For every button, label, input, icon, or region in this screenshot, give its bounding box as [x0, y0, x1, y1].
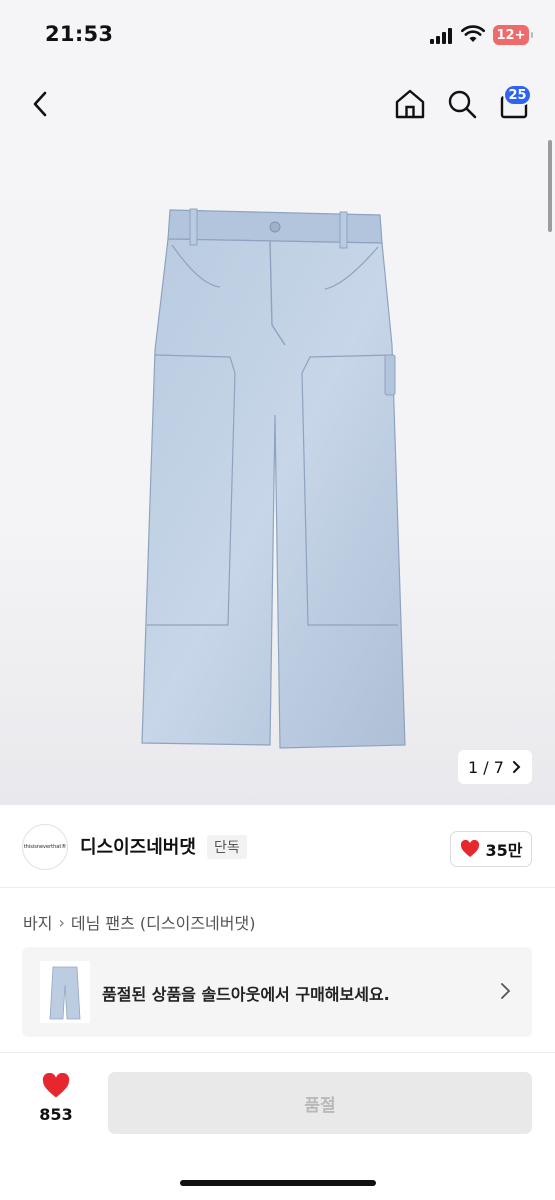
product-page: 21:53 12+ 25 1 / 7 thisisneverthat® 디스이즈… — [0, 0, 555, 1200]
cart-count-badge: 25 — [503, 84, 532, 106]
breadcrumb-category[interactable]: 바지 — [23, 910, 52, 934]
exclusive-badge: 단독 — [207, 835, 247, 859]
heart-icon — [460, 840, 479, 857]
signal-icon — [430, 28, 454, 44]
home-button[interactable] — [390, 84, 430, 124]
image-counter[interactable]: 1 / 7 — [458, 750, 532, 784]
bottom-action-bar: 853 품절 — [0, 1053, 555, 1200]
chevron-right-icon — [512, 761, 521, 773]
chevron-right-icon — [501, 983, 511, 999]
home-indicator — [180, 1180, 376, 1186]
battery-icon: 12+ — [493, 25, 533, 45]
chevron-right-icon: › — [58, 912, 65, 932]
wifi-icon — [461, 25, 485, 42]
status-time: 21:53 — [45, 22, 114, 46]
brand-like-button[interactable]: 35만 — [450, 831, 532, 867]
soldout-message: 품절된 상품을 솔드아웃에서 구매해보세요. — [102, 985, 390, 1004]
back-button[interactable] — [22, 84, 58, 124]
product-thumbnail — [40, 961, 90, 1023]
brand-logo[interactable]: thisisneverthat® — [22, 824, 68, 870]
brand-logo-text: thisisneverthat® — [23, 844, 67, 850]
soldout-banner[interactable]: 품절된 상품을 솔드아웃에서 구매해보세요. — [22, 947, 532, 1037]
breadcrumb-subcategory[interactable]: 데님 팬츠 (디스이즈네버댓) — [71, 910, 256, 934]
scrollbar[interactable] — [548, 140, 552, 232]
brand-like-count: 35만 — [485, 841, 523, 860]
wish-count: 853 — [39, 1105, 73, 1124]
image-counter-label: 1 / 7 — [468, 757, 504, 777]
search-button[interactable] — [442, 84, 482, 124]
top-nav — [0, 80, 555, 130]
breadcrumb: 바지 › 데님 팬츠 (디스이즈네버댓) — [23, 910, 255, 934]
brand-name[interactable]: 디스이즈네버댓 — [80, 833, 196, 859]
brand-row: thisisneverthat® 디스이즈네버댓 단독 35만 — [0, 805, 555, 888]
chevron-left-icon — [33, 91, 47, 117]
heart-icon — [42, 1072, 70, 1098]
home-icon — [395, 89, 425, 119]
sold-out-button[interactable]: 품절 — [108, 1072, 532, 1134]
search-icon — [448, 90, 477, 119]
denim-pants-image — [141, 208, 406, 749]
product-gallery[interactable]: 21:53 12+ 25 1 / 7 — [0, 0, 555, 805]
status-bar: 21:53 12+ — [0, 0, 555, 70]
wish-button[interactable]: 853 — [30, 1072, 82, 1124]
